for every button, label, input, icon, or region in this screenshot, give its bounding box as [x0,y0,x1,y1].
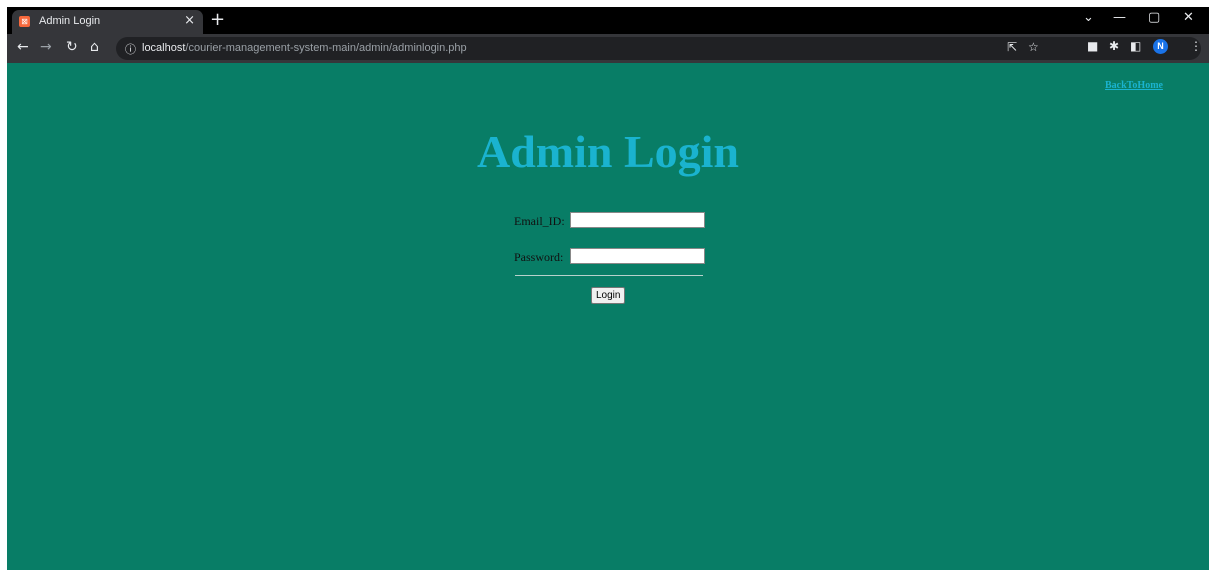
restore-icon[interactable]: ▢ [1148,10,1160,25]
browser-toolbar: ← → ↻ ⌂ ⓘ localhost/courier-management-s… [7,34,1209,63]
side-panel-icon[interactable]: ◧ [1130,39,1141,53]
password-field[interactable] [570,248,705,264]
tab-close-icon[interactable]: × [184,13,195,28]
home-icon[interactable]: ⌂ [90,39,99,55]
menu-icon[interactable]: ⋮ [1190,39,1202,53]
password-row: Password: [514,248,705,266]
xampp-favicon-icon: ⊠ [19,16,30,27]
forward-icon[interactable]: → [40,39,52,55]
login-form: Email_ID: Password: [514,212,705,284]
email-label: Email_ID: [514,214,565,228]
url-text[interactable]: localhost/courier-management-system-main… [142,42,467,54]
tab-admin-login[interactable]: ⊠ Admin Login × [12,10,203,34]
minimize-icon[interactable]: — [1113,10,1126,25]
back-icon[interactable]: ← [17,39,29,55]
browser-window: ⊠ Admin Login × + ⌄ — ▢ ✕ ← → ↻ ⌂ ⓘ loca… [7,7,1209,570]
login-button[interactable]: Login [591,287,626,304]
password-label: Password: [514,250,564,264]
puzzle-icon[interactable]: ✱ [1109,39,1119,53]
tab-title: Admin Login [39,15,101,27]
close-window-icon[interactable]: ✕ [1183,10,1194,25]
email-field[interactable] [570,212,705,228]
extension-icon[interactable]: ■ [1087,39,1098,53]
reload-icon[interactable]: ↻ [66,39,78,55]
url-path: /courier-management-system-main/admin/ad… [185,42,467,54]
tab-search-icon[interactable]: ⌄ [1083,10,1094,25]
bookmark-star-icon[interactable]: ☆ [1028,40,1039,54]
site-info-icon[interactable]: ⓘ [125,41,136,57]
profile-avatar[interactable]: N [1153,39,1168,54]
back-to-home-link[interactable]: BackToHome [1105,80,1163,91]
form-divider [515,275,703,276]
share-icon[interactable]: ⇱ [1007,40,1017,54]
tab-strip: ⊠ Admin Login × + ⌄ — ▢ ✕ [7,7,1209,34]
email-row: Email_ID: [514,212,705,230]
address-bar[interactable]: ⓘ localhost/courier-management-system-ma… [116,37,1201,60]
page-title: Admin Login [476,126,740,177]
new-tab-button[interactable]: + [210,9,225,30]
url-host: localhost [142,42,186,54]
